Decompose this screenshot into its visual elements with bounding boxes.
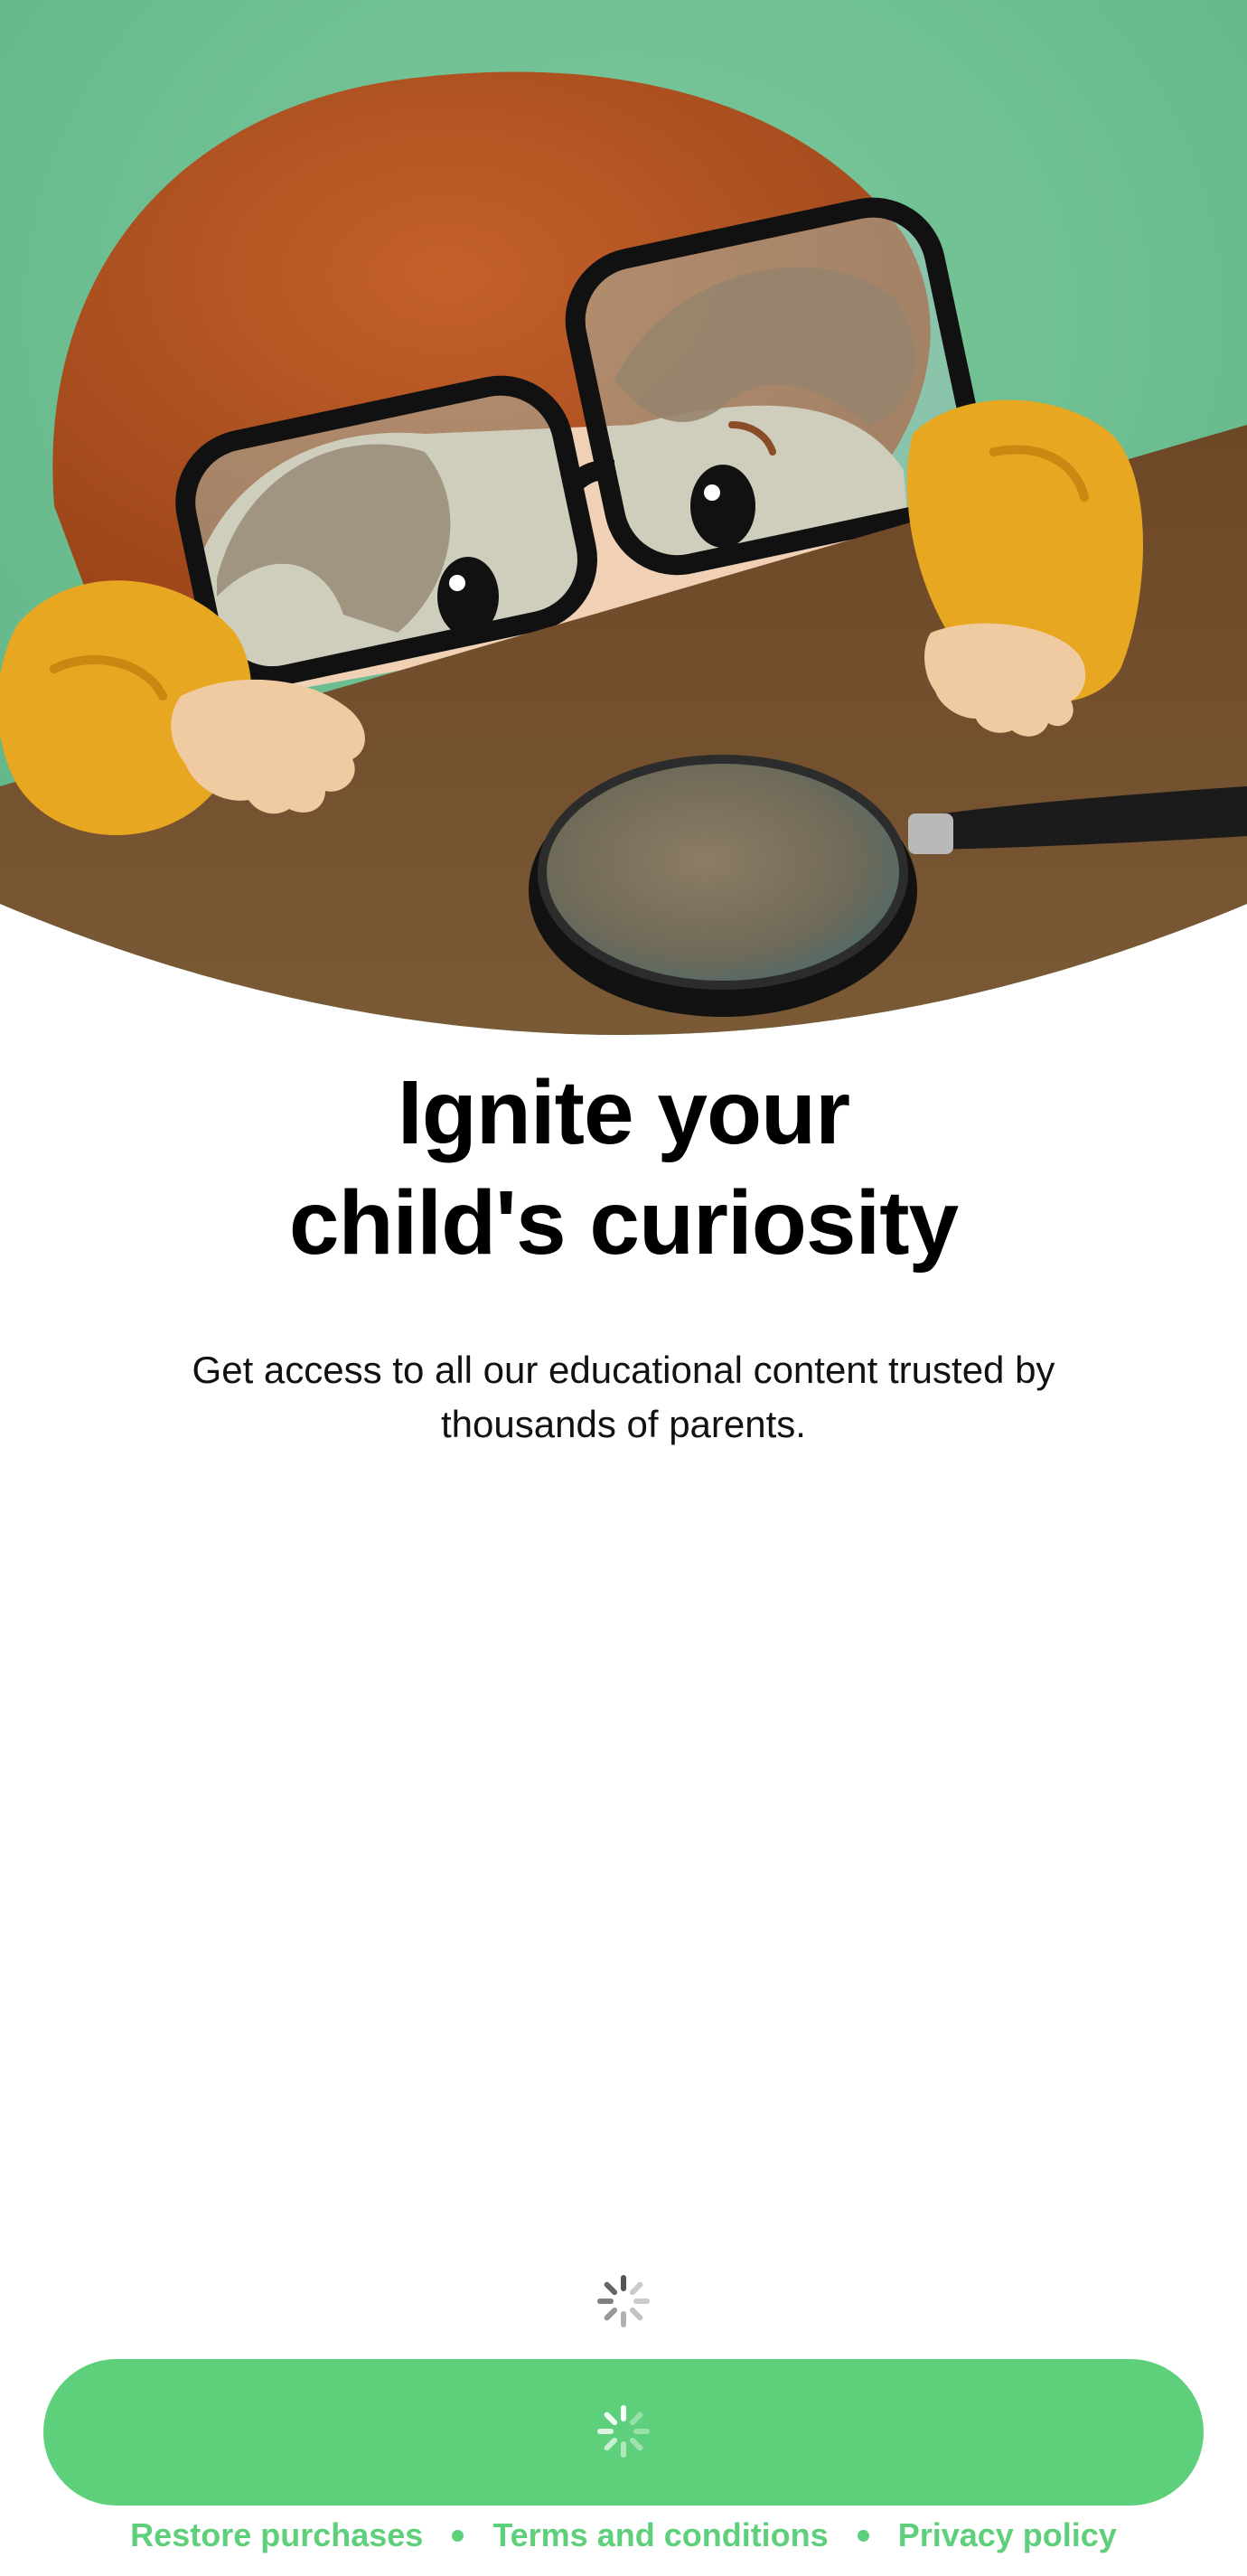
dot-separator-icon	[452, 2529, 464, 2542]
title-line-1: Ignite your	[397, 1062, 850, 1163]
title-line-2: child's curiosity	[288, 1172, 959, 1274]
terms-link[interactable]: Terms and conditions	[492, 2516, 828, 2554]
footer-links: Restore purchases Terms and conditions P…	[0, 2516, 1247, 2554]
subtitle: Get access to all our educational conten…	[192, 1349, 1055, 1445]
loading-spinner-icon	[595, 2272, 652, 2330]
page-title: Ignite your child's curiosity	[0, 1058, 1247, 1278]
dot-separator-icon	[857, 2529, 869, 2542]
button-loading-spinner-icon	[595, 2402, 652, 2460]
restore-purchases-link[interactable]: Restore purchases	[130, 2516, 423, 2554]
privacy-policy-link[interactable]: Privacy policy	[898, 2516, 1117, 2554]
hero-illustration	[0, 0, 1247, 1039]
